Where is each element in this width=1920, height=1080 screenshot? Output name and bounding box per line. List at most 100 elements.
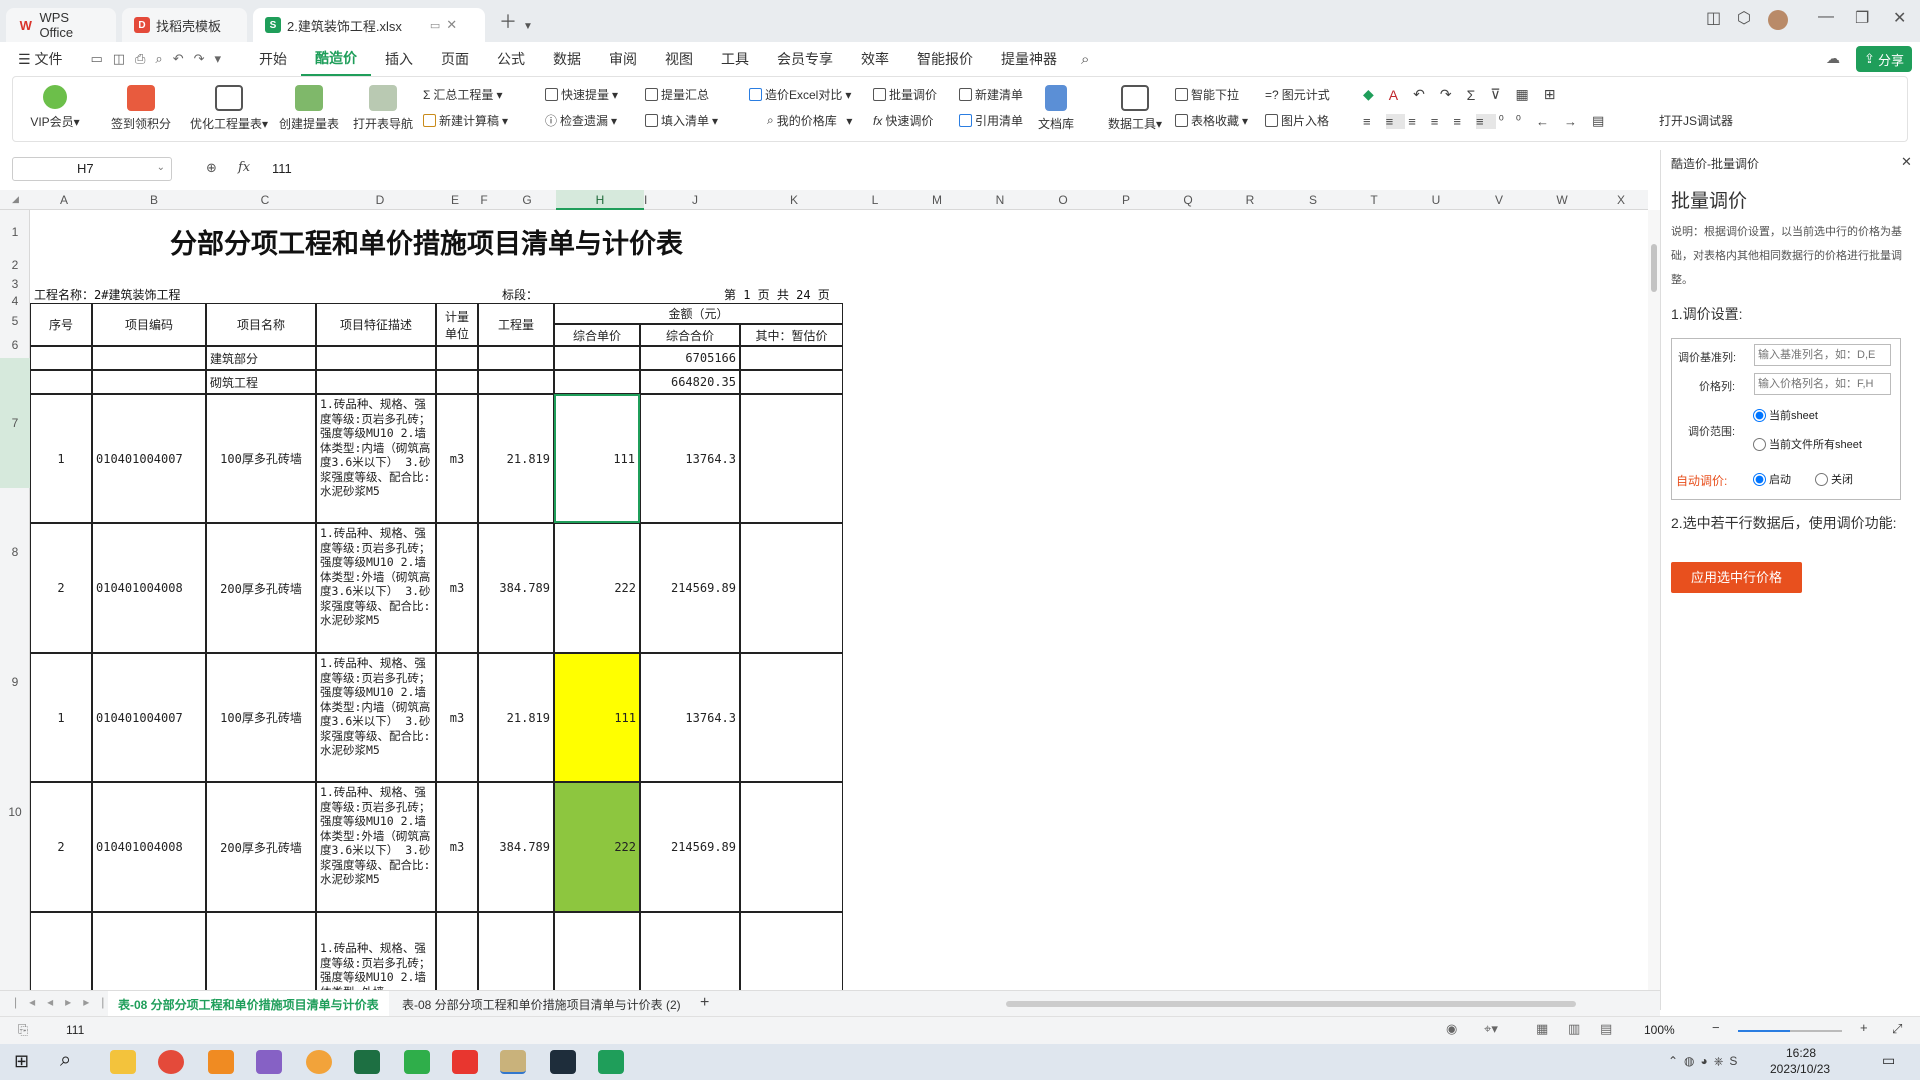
item-provisional[interactable] [740, 653, 843, 782]
fill-color-icon[interactable]: ◆ [1363, 86, 1386, 103]
header-amount[interactable]: 金额（元） [554, 303, 843, 324]
open-js-button[interactable]: 打开JS调试器 [1659, 112, 1733, 129]
select-all[interactable]: ◢ [12, 194, 19, 205]
header-provisional[interactable]: 其中：暂估价 [740, 324, 843, 346]
table-cell[interactable] [740, 346, 843, 370]
sheet-tab-1[interactable]: 表-08 分部分项工程和单价措施项目清单与计价表 [108, 991, 389, 1017]
cube-icon[interactable]: ⬡ [1737, 8, 1751, 28]
restore-icon[interactable]: ❐ [1855, 8, 1869, 28]
item-no[interactable]: 1 [30, 394, 92, 523]
item-unit[interactable]: m3 [436, 523, 478, 653]
column-header[interactable]: P [1094, 190, 1158, 210]
menu-efficiency[interactable]: 效率 [847, 42, 903, 76]
search-app-icon[interactable] [306, 1050, 332, 1074]
table-cell[interactable] [30, 346, 92, 370]
item-name[interactable]: 100厚多孔砖墙 [206, 653, 316, 782]
zoom-level[interactable]: 100% [1644, 1023, 1675, 1037]
table-cell[interactable] [316, 370, 436, 394]
align-tools[interactable]: ≡ ≡ ≡ ≡ ≡ ≡ ⁰⁰ ← → ▤ [1363, 113, 1616, 129]
menu-tools[interactable]: 工具 [707, 42, 763, 76]
new-calc-button[interactable]: 新建计算稿 ▾ [423, 112, 508, 129]
scope-current-sheet[interactable]: 当前sheet [1753, 407, 1818, 423]
item-price[interactable]: 222 [554, 523, 640, 653]
menu-view[interactable]: 视图 [651, 42, 707, 76]
clock-time[interactable]: 16:28 [1786, 1046, 1816, 1060]
column-header[interactable]: L [844, 190, 906, 210]
sheet-nav-icons[interactable]: |◂◂▸▸| [14, 995, 116, 1009]
menu-insert[interactable]: 插入 [371, 42, 427, 76]
table-cell[interactable] [554, 370, 640, 394]
column-header[interactable]: E [440, 190, 470, 210]
quick-extract-button[interactable]: 快速提量 ▾ [545, 86, 618, 103]
view-normal-icon[interactable]: ▦ [1536, 1021, 1548, 1037]
eye-icon[interactable]: ◉ [1446, 1021, 1457, 1037]
column-header[interactable]: X [1594, 190, 1648, 210]
visual-studio-icon[interactable] [256, 1050, 282, 1074]
notification-icon[interactable]: ▭ [1882, 1052, 1895, 1069]
quick-adjust-button[interactable]: fx 快速调价 [873, 112, 933, 129]
green-app-icon[interactable] [404, 1050, 430, 1074]
terminal-icon[interactable] [550, 1050, 576, 1074]
file-menu[interactable]: ☰ 文件 [0, 42, 76, 76]
cloud-icon[interactable]: ☁ [1826, 50, 1840, 67]
menu-extract[interactable]: 提量神器 [987, 42, 1071, 76]
menu-start[interactable]: 开始 [245, 42, 301, 76]
image-fit-button[interactable]: 图片入格 [1265, 112, 1329, 129]
file-explorer-icon[interactable] [110, 1050, 136, 1074]
table-cell[interactable] [30, 370, 92, 394]
create-extract-button[interactable]: 创建提量表 [275, 85, 343, 132]
item-no[interactable]: 2 [30, 782, 92, 912]
fx-label[interactable]: fx [238, 160, 250, 175]
tray-icons[interactable]: ⌃◍◕⎈S [1668, 1054, 1743, 1069]
chrome-icon[interactable] [158, 1050, 184, 1074]
pivot-icon[interactable]: ⊞ [1544, 86, 1568, 103]
column-header[interactable]: C [210, 190, 320, 210]
menu-smart-quote[interactable]: 智能报价 [903, 42, 987, 76]
item-total[interactable]: 214569.89 [640, 523, 740, 653]
redo-icon[interactable]: ↷ [1440, 86, 1464, 103]
check-missing-button[interactable]: ⓘ 检查遗漏 ▾ [545, 112, 617, 129]
item-desc[interactable]: 1.砖品种、规格、强度等级:页岩多孔砖；强度等级MU10 2.墙体类型:内墙（砌… [316, 394, 436, 523]
horizontal-scrollbar[interactable] [1006, 1001, 1576, 1007]
sheet-title[interactable]: 分部分项工程和单价措施项目清单与计价表 [170, 222, 683, 261]
tab-workbook[interactable]: S 2.建筑装饰工程.xlsx ▭ ✕ [253, 8, 485, 42]
undo-icon[interactable]: ↶ [1413, 86, 1437, 103]
ref-list-button[interactable]: 引用清单 [959, 112, 1023, 129]
table-cell[interactable] [206, 912, 316, 990]
table-cell[interactable] [554, 346, 640, 370]
scope-current-radio[interactable] [1753, 408, 1766, 422]
search-icon[interactable]: ⌕ [60, 1049, 71, 1072]
apply-button[interactable]: 应用选中行价格 [1671, 562, 1802, 593]
menu-member[interactable]: 会员专享 [763, 42, 847, 76]
item-provisional[interactable] [740, 523, 843, 653]
header-no[interactable]: 序号 [30, 303, 92, 346]
new-list-button[interactable]: 新建清单 [959, 86, 1023, 103]
column-header[interactable]: O [1032, 190, 1094, 210]
column-header[interactable]: F [470, 190, 498, 210]
header-desc[interactable]: 项目特征描述 [316, 303, 436, 346]
table-cell[interactable] [478, 912, 554, 990]
zoom-icon[interactable]: ⊕ [206, 160, 217, 176]
item-code[interactable]: 010401004007 [92, 394, 206, 523]
table-cell[interactable] [640, 912, 740, 990]
tab-template[interactable]: D 找稻壳模板 [122, 8, 247, 42]
screen-icon[interactable]: ▭ [430, 19, 440, 32]
column-header[interactable]: D [320, 190, 440, 210]
table-cell[interactable]: 砌筑工程 [206, 370, 316, 394]
table-cell[interactable] [740, 912, 843, 990]
item-no[interactable]: 2 [30, 523, 92, 653]
zoom-in-icon[interactable]: + [1860, 1020, 1868, 1035]
scope-all-sheets[interactable]: 当前文件所有sheet [1753, 436, 1862, 452]
item-name[interactable]: 100厚多孔砖墙 [206, 394, 316, 523]
new-tab-icon[interactable]: ＋ [499, 8, 517, 34]
chevron-down-icon[interactable]: ▼ [523, 21, 533, 32]
minimize-icon[interactable]: — [1818, 8, 1834, 26]
align-center-icon[interactable]: ≡ [1453, 114, 1473, 129]
search-icon[interactable]: ⌕ [1071, 51, 1099, 68]
optimize-button[interactable]: 优化工程量表▾ [189, 85, 269, 132]
table-cell[interactable] [740, 370, 843, 394]
item-desc[interactable]: 1.砖品种、规格、强度等级:页岩多孔砖；强度等级MU10 2.墙体类型:外墙（砌… [316, 523, 436, 653]
table-cell[interactable] [92, 912, 206, 990]
table-cell[interactable] [92, 346, 206, 370]
row-header[interactable]: 1 [0, 225, 30, 239]
